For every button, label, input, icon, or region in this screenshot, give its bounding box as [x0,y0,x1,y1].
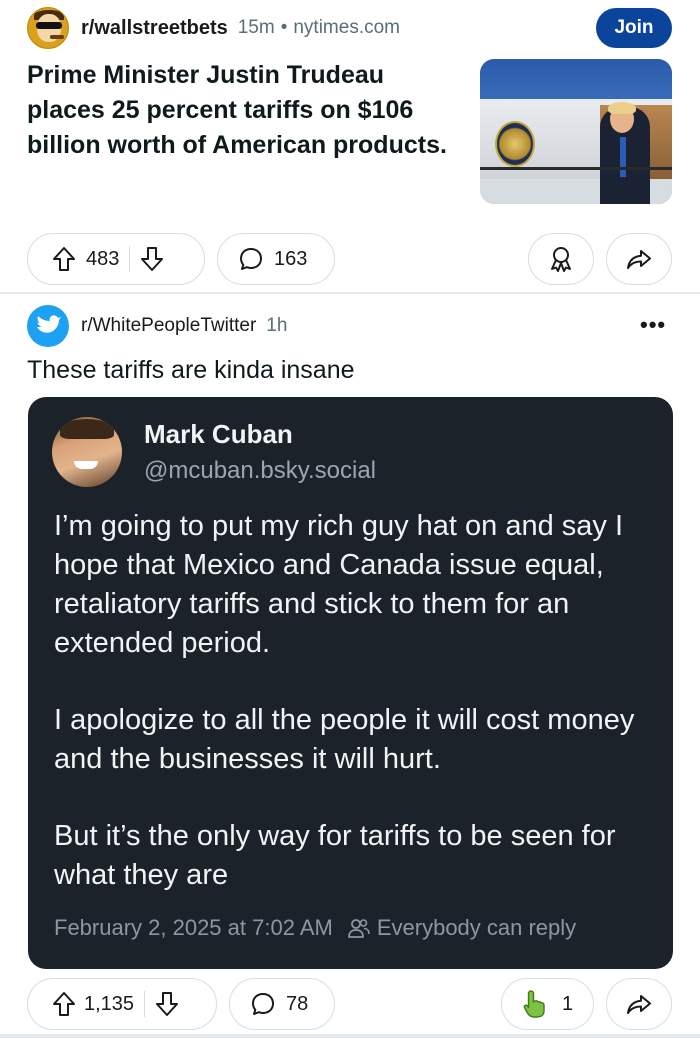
comment-count: 78 [286,992,309,1015]
pointing-hand-icon [522,989,550,1019]
post-age: 15m [237,17,275,38]
more-options-icon[interactable]: ••• [640,312,666,338]
subreddit-name[interactable]: r/WhitePeopleTwitter [81,315,256,337]
vote-divider [129,246,131,272]
share-button[interactable] [606,978,672,1030]
downvote-icon[interactable] [155,991,179,1017]
tweet-body: I’m going to put my rich guy hat on and … [54,507,654,933]
upvote-count: 1,135 [84,992,135,1015]
post-title[interactable]: Prime Minister Justin Trudeau places 25 … [27,58,457,163]
tweet-card[interactable]: Mark Cuban @mcuban.bsky.social I’m going… [28,397,673,969]
award-button[interactable]: 1 [501,978,594,1030]
vote-pill: 1,135 [27,978,217,1030]
meta-separator: • [280,17,288,38]
subreddit-name[interactable]: r/wallstreetbets [81,17,228,40]
comments-button[interactable]: 78 [229,978,335,1030]
tweet-paragraph: But it’s the only way for tariffs to be … [54,820,616,891]
post-card-wallstreetbets[interactable]: r/wallstreetbets 15m • nytimes.com Join Pr… [0,0,700,292]
post-divider [0,292,700,294]
share-button[interactable] [606,233,672,285]
join-button[interactable]: Join [596,8,672,48]
post-thumbnail[interactable] [480,59,672,204]
upvote-icon[interactable] [52,246,76,272]
post-domain[interactable]: nytimes.com [293,17,400,38]
share-icon [626,992,652,1016]
award-icon [548,245,574,273]
subreddit-avatar[interactable] [27,305,69,347]
comment-count: 163 [274,247,308,270]
tweet-footer: February 2, 2025 at 7:02 AM Everybody ca… [54,915,576,941]
comments-button[interactable]: 163 [217,233,335,285]
vote-pill: 483 [27,233,205,285]
author-avatar [52,417,122,487]
post-header: r/WhitePeopleTwitter 1h [27,305,287,347]
award-count: 1 [562,992,574,1015]
upvote-icon[interactable] [52,991,76,1017]
comment-icon [250,991,276,1017]
tweet-author: Mark Cuban [144,419,293,449]
tweet-handle: @mcuban.bsky.social [144,457,377,484]
tweet-paragraph: I apologize to all the people it will co… [54,704,635,775]
post-meta: 15m • nytimes.com [238,17,400,39]
post-header: r/wallstreetbets 15m • nytimes.com [27,7,400,49]
post-age: 1h [266,315,288,336]
tweet-paragraph: I’m going to put my rich guy hat on and … [54,510,624,659]
upvote-count: 483 [86,247,120,270]
award-button[interactable] [528,233,594,285]
vote-divider [144,991,146,1017]
comment-icon [238,246,264,272]
subreddit-avatar[interactable] [27,7,69,49]
share-icon [626,247,652,271]
post-divider [0,1034,700,1038]
reply-setting-label: Everybody can reply [376,915,577,940]
post-title[interactable]: These tariffs are kinda insane [27,356,355,385]
people-icon [347,917,371,939]
downvote-icon[interactable] [140,246,164,272]
reply-setting: Everybody can reply [347,915,576,941]
bird-icon [37,315,61,333]
tweet-timestamp: February 2, 2025 at 7:02 AM [54,915,333,940]
